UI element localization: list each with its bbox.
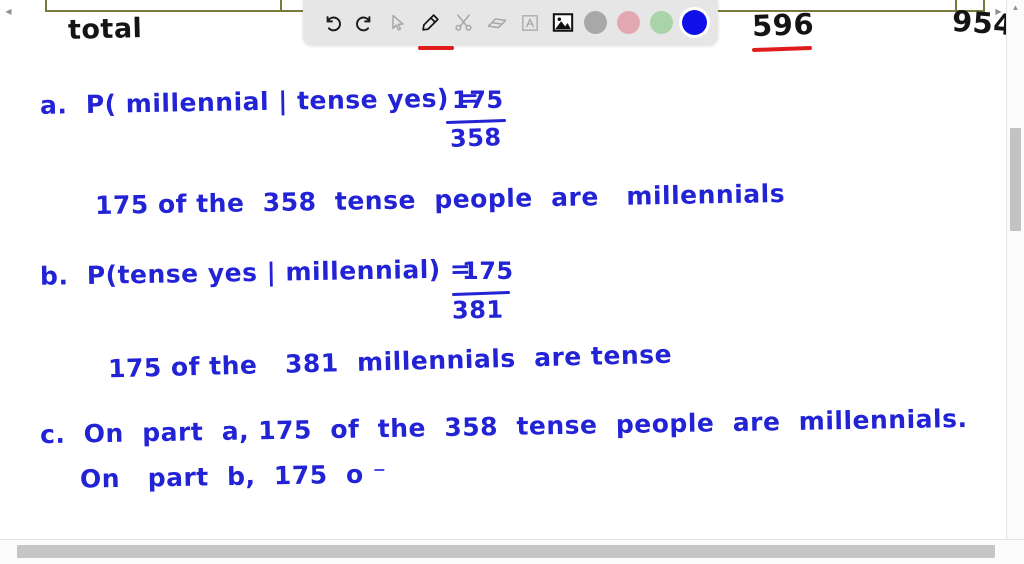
note-line-a-denominator: 358 bbox=[449, 123, 503, 153]
gray-swatch[interactable] bbox=[584, 11, 607, 34]
green-swatch-wrap[interactable] bbox=[645, 5, 678, 41]
ink-total-596: 596 bbox=[751, 6, 815, 44]
undo-icon[interactable] bbox=[315, 5, 348, 41]
note-line-a-numerator: 175 bbox=[452, 86, 504, 114]
whiteboard-app: total 596 954 a. P( millennial | tense y… bbox=[0, 0, 1024, 564]
vertical-scrollbar[interactable] bbox=[1006, 0, 1024, 540]
note-line-a-label: a. P( millennial | tense yes) = bbox=[39, 83, 480, 120]
table-divider-2 bbox=[280, 0, 282, 11]
pink-swatch-wrap[interactable] bbox=[612, 5, 645, 41]
table-divider-1 bbox=[45, 0, 47, 11]
pink-swatch[interactable] bbox=[617, 11, 640, 34]
note-line-c-second: On part b, 175 o ⁻ bbox=[79, 459, 387, 494]
blue-swatch-wrap[interactable] bbox=[678, 5, 711, 41]
note-line-b-label: b. P(tense yes | millennial) = bbox=[39, 254, 472, 291]
note-line-b-explanation: 175 of the 381 millennials are tense bbox=[107, 339, 673, 384]
red-underline-596 bbox=[751, 45, 813, 53]
note-line-c-first: c. On part a, 175 of the 358 tense peopl… bbox=[39, 403, 968, 450]
green-swatch[interactable] bbox=[650, 11, 673, 34]
note-line-a-explanation: 175 of the 358 tense people are millenni… bbox=[94, 178, 786, 221]
scroll-left-arrow-icon[interactable]: ◀ bbox=[0, 0, 17, 24]
image-icon[interactable] bbox=[546, 5, 579, 41]
redo-icon[interactable] bbox=[348, 5, 381, 41]
horizontal-scrollbar[interactable] bbox=[0, 539, 1024, 564]
vertical-scrollbar-thumb[interactable] bbox=[1010, 128, 1021, 231]
note-line-b-denominator: 381 bbox=[451, 295, 504, 325]
scrollbar-corner bbox=[1007, 540, 1024, 564]
cursor-icon[interactable] bbox=[381, 5, 414, 41]
handwriting-canvas[interactable]: total 596 954 a. P( millennial | tense y… bbox=[0, 0, 1007, 540]
pen-icon[interactable] bbox=[414, 5, 447, 41]
eraser-icon[interactable] bbox=[480, 5, 513, 41]
scroll-up-arrow-icon[interactable]: ▲ bbox=[1007, 0, 1024, 15]
scroll-right-arrow-icon[interactable]: ▶ bbox=[990, 0, 1007, 24]
horizontal-scrollbar-thumb[interactable] bbox=[17, 545, 995, 558]
note-line-b-numerator: 175 bbox=[462, 257, 514, 285]
ink-total-label: total bbox=[67, 13, 143, 46]
blue-swatch[interactable] bbox=[682, 10, 707, 35]
text-icon[interactable] bbox=[513, 5, 546, 41]
active-tool-indicator bbox=[418, 46, 454, 50]
drawing-toolbar[interactable] bbox=[303, 0, 718, 45]
gray-swatch-wrap[interactable] bbox=[579, 5, 612, 41]
scissors-icon[interactable] bbox=[447, 5, 480, 41]
